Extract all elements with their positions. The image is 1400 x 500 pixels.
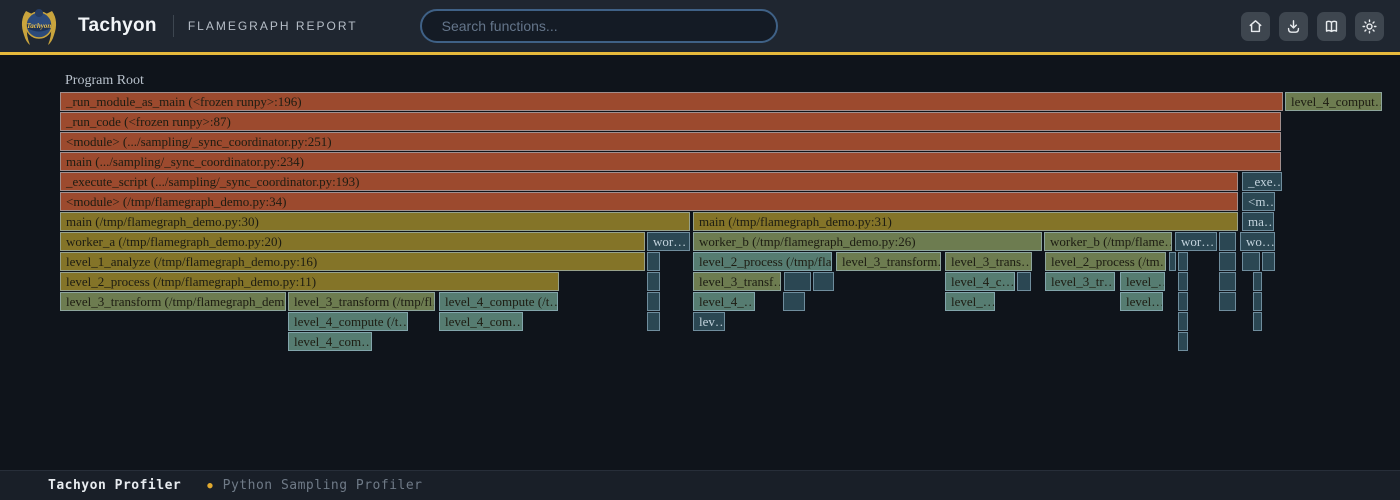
app-title: Tachyon bbox=[78, 15, 157, 37]
home-button[interactable] bbox=[1241, 12, 1270, 41]
flame-bar[interactable] bbox=[1242, 252, 1260, 271]
flame-bar[interactable] bbox=[647, 312, 660, 331]
flame-bar[interactable]: level… bbox=[1120, 292, 1163, 311]
flame-bar[interactable]: level_3_trans… bbox=[945, 252, 1032, 271]
app-header: Tachyon Tachyon FLAMEGRAPH REPORT bbox=[0, 0, 1400, 55]
flame-bar[interactable]: level_2_process (/tmp/flamegraph_demo.py… bbox=[60, 272, 559, 291]
flame-bar[interactable]: <m… bbox=[1242, 192, 1275, 211]
flame-bar[interactable] bbox=[813, 272, 834, 291]
report-type-label: FLAMEGRAPH REPORT bbox=[188, 19, 358, 33]
flame-bar[interactable]: main (.../sampling/_sync_coordinator.py:… bbox=[60, 152, 1281, 171]
brightness-icon bbox=[1361, 18, 1378, 35]
flame-bar[interactable]: wor… bbox=[647, 232, 690, 251]
flame-bar[interactable] bbox=[784, 272, 811, 291]
flame-bar[interactable]: level_2_process (/tm… bbox=[1045, 252, 1166, 271]
tachyon-logo-icon: Tachyon bbox=[18, 5, 60, 47]
flame-bar[interactable] bbox=[1253, 272, 1262, 291]
flame-bar[interactable]: level_4_com… bbox=[288, 332, 372, 351]
flame-bar[interactable]: level_4_… bbox=[693, 292, 755, 311]
flame-bar[interactable]: level_3_transform… bbox=[836, 252, 941, 271]
flame-bar[interactable]: <module> (.../sampling/_sync_coordinator… bbox=[60, 132, 1281, 151]
flame-bar[interactable]: worker_b (/tmp/flamegraph_demo.py:26) bbox=[693, 232, 1042, 251]
flame-bar[interactable]: level_4_comput… bbox=[1285, 92, 1382, 111]
flame-bar[interactable]: <module> (/tmp/flamegraph_demo.py:34) bbox=[60, 192, 1238, 211]
book-icon bbox=[1323, 18, 1340, 35]
flame-bar[interactable]: _exe… bbox=[1242, 172, 1282, 191]
flame-bar[interactable]: wo… bbox=[1240, 232, 1275, 251]
status-profiler-type: Python Sampling Profiler bbox=[223, 478, 423, 493]
flame-bar[interactable]: level_4_compute (/t… bbox=[439, 292, 558, 311]
flame-bar[interactable]: level_1_analyze (/tmp/flamegraph_demo.py… bbox=[60, 252, 645, 271]
search-container bbox=[420, 9, 778, 43]
flame-bar[interactable] bbox=[1017, 272, 1031, 291]
flame-bar[interactable]: level_2_process (/tmp/fla… bbox=[693, 252, 832, 271]
status-bar: Tachyon Profiler ● Python Sampling Profi… bbox=[0, 470, 1400, 500]
flame-bar[interactable]: lev… bbox=[693, 312, 725, 331]
svg-text:Tachyon: Tachyon bbox=[27, 22, 52, 30]
flame-bar[interactable] bbox=[1219, 292, 1236, 311]
flame-bar[interactable]: level_4_com… bbox=[439, 312, 523, 331]
flame-bar[interactable] bbox=[647, 292, 660, 311]
flame-bar[interactable] bbox=[1178, 332, 1188, 351]
theme-button[interactable] bbox=[1355, 12, 1384, 41]
flame-bar[interactable]: worker_a (/tmp/flamegraph_demo.py:20) bbox=[60, 232, 645, 251]
home-icon bbox=[1247, 18, 1264, 35]
flame-bar[interactable] bbox=[1219, 232, 1236, 251]
flame-bar[interactable] bbox=[1169, 252, 1176, 271]
flame-bar[interactable]: main (/tmp/flamegraph_demo.py:30) bbox=[60, 212, 690, 231]
download-button[interactable] bbox=[1279, 12, 1308, 41]
download-icon bbox=[1285, 18, 1302, 35]
header-divider bbox=[173, 15, 174, 37]
status-dot-icon: ● bbox=[207, 481, 212, 491]
flame-bar[interactable]: main (/tmp/flamegraph_demo.py:31) bbox=[693, 212, 1238, 231]
flame-bar[interactable]: level_3_transform (/tmp/fl… bbox=[288, 292, 435, 311]
flame-bar[interactable]: level_3_transf… bbox=[693, 272, 781, 291]
flame-bar[interactable]: level_… bbox=[945, 292, 995, 311]
flame-root-label: Program Root bbox=[65, 73, 144, 89]
flame-bar[interactable]: wor… bbox=[1175, 232, 1217, 251]
flame-bar[interactable]: level_3_tr… bbox=[1045, 272, 1115, 291]
flame-bar[interactable] bbox=[1178, 272, 1188, 291]
flame-bar[interactable]: _run_code (<frozen runpy>:87) bbox=[60, 112, 1281, 131]
flame-bar[interactable] bbox=[1262, 252, 1275, 271]
flame-bar[interactable] bbox=[1178, 292, 1188, 311]
flame-bar[interactable]: level_… bbox=[1120, 272, 1165, 291]
flame-bar[interactable]: worker_b (/tmp/flame… bbox=[1044, 232, 1172, 251]
flame-bar[interactable]: level_4_compute (/t… bbox=[288, 312, 408, 331]
flame-bar[interactable] bbox=[1253, 292, 1262, 311]
flame-bar[interactable] bbox=[1178, 312, 1188, 331]
flame-bar[interactable] bbox=[1253, 312, 1262, 331]
flame-bar[interactable] bbox=[783, 292, 805, 311]
search-input[interactable] bbox=[420, 9, 778, 43]
flame-bar[interactable]: _execute_script (.../sampling/_sync_coor… bbox=[60, 172, 1238, 191]
flamegraph-canvas: Program Root _run_module_as_main (<froze… bbox=[0, 58, 1400, 470]
flame-bar[interactable]: level_4_c… bbox=[945, 272, 1015, 291]
flame-bar[interactable] bbox=[647, 252, 660, 271]
flame-bar[interactable]: _run_module_as_main (<frozen runpy>:196) bbox=[60, 92, 1283, 111]
flame-bar[interactable] bbox=[1178, 252, 1188, 271]
flame-bar[interactable] bbox=[1219, 272, 1236, 291]
flame-bar[interactable] bbox=[647, 272, 660, 291]
flame-bar[interactable]: ma… bbox=[1242, 212, 1274, 231]
docs-button[interactable] bbox=[1317, 12, 1346, 41]
flame-bar[interactable] bbox=[1219, 252, 1236, 271]
header-toolbar bbox=[1241, 12, 1384, 41]
flame-bar[interactable]: level_3_transform (/tmp/flamegraph_dem… bbox=[60, 292, 286, 311]
status-app-name: Tachyon Profiler bbox=[48, 478, 181, 493]
